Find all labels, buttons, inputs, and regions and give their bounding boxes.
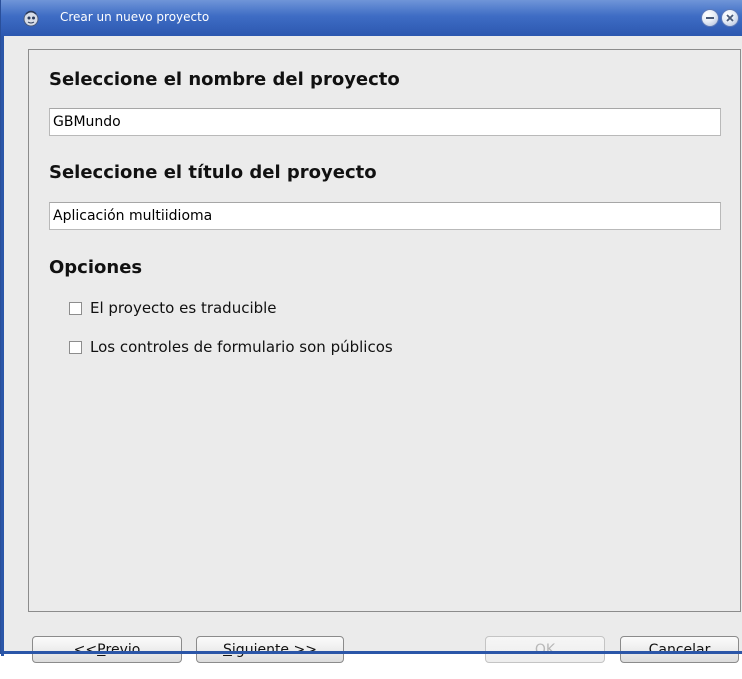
project-name-input[interactable]	[49, 108, 721, 136]
wizard-page: Seleccione el nombre del proyecto Selecc…	[28, 49, 741, 612]
translatable-option[interactable]: El proyecto es traducible	[69, 298, 277, 318]
previous-button-suffix: revio	[105, 641, 141, 658]
translatable-label: El proyecto es traducible	[90, 299, 277, 317]
next-button-mnemonic: S	[223, 641, 232, 658]
minimize-button[interactable]	[701, 9, 719, 27]
minimize-icon	[706, 17, 714, 19]
title-bar[interactable]: Crear un nuevo proyecto	[1, 0, 742, 36]
previous-button-prefix: <<	[73, 641, 98, 658]
next-button[interactable]: Siguiente >>	[196, 636, 344, 663]
options-heading: Opciones	[49, 257, 143, 278]
ok-button[interactable]: OK	[485, 636, 605, 663]
project-name-heading: Seleccione el nombre del proyecto	[49, 69, 400, 90]
previous-button-mnemonic: P	[97, 641, 106, 658]
window-border	[1, 36, 4, 656]
translatable-checkbox[interactable]	[69, 301, 82, 315]
close-icon	[726, 14, 734, 22]
dialog-window: Crear un nuevo proyecto Seleccione el no…	[0, 0, 742, 663]
project-title-heading: Seleccione el título del proyecto	[49, 162, 377, 183]
next-button-suffix: iguiente >>	[231, 641, 317, 658]
cancel-button[interactable]: Cancelar	[620, 636, 739, 663]
public-controls-checkbox[interactable]	[69, 340, 82, 354]
close-button[interactable]	[721, 9, 739, 27]
window-bottom-border	[1, 651, 742, 654]
public-controls-label: Los controles de formulario son públicos	[90, 338, 393, 356]
public-controls-option[interactable]: Los controles de formulario son públicos	[69, 337, 393, 357]
project-title-input[interactable]	[49, 202, 721, 230]
window-title: Crear un nuevo proyecto	[60, 10, 210, 24]
previous-button[interactable]: << Previo	[32, 636, 182, 663]
gambas-app-icon	[21, 8, 41, 28]
